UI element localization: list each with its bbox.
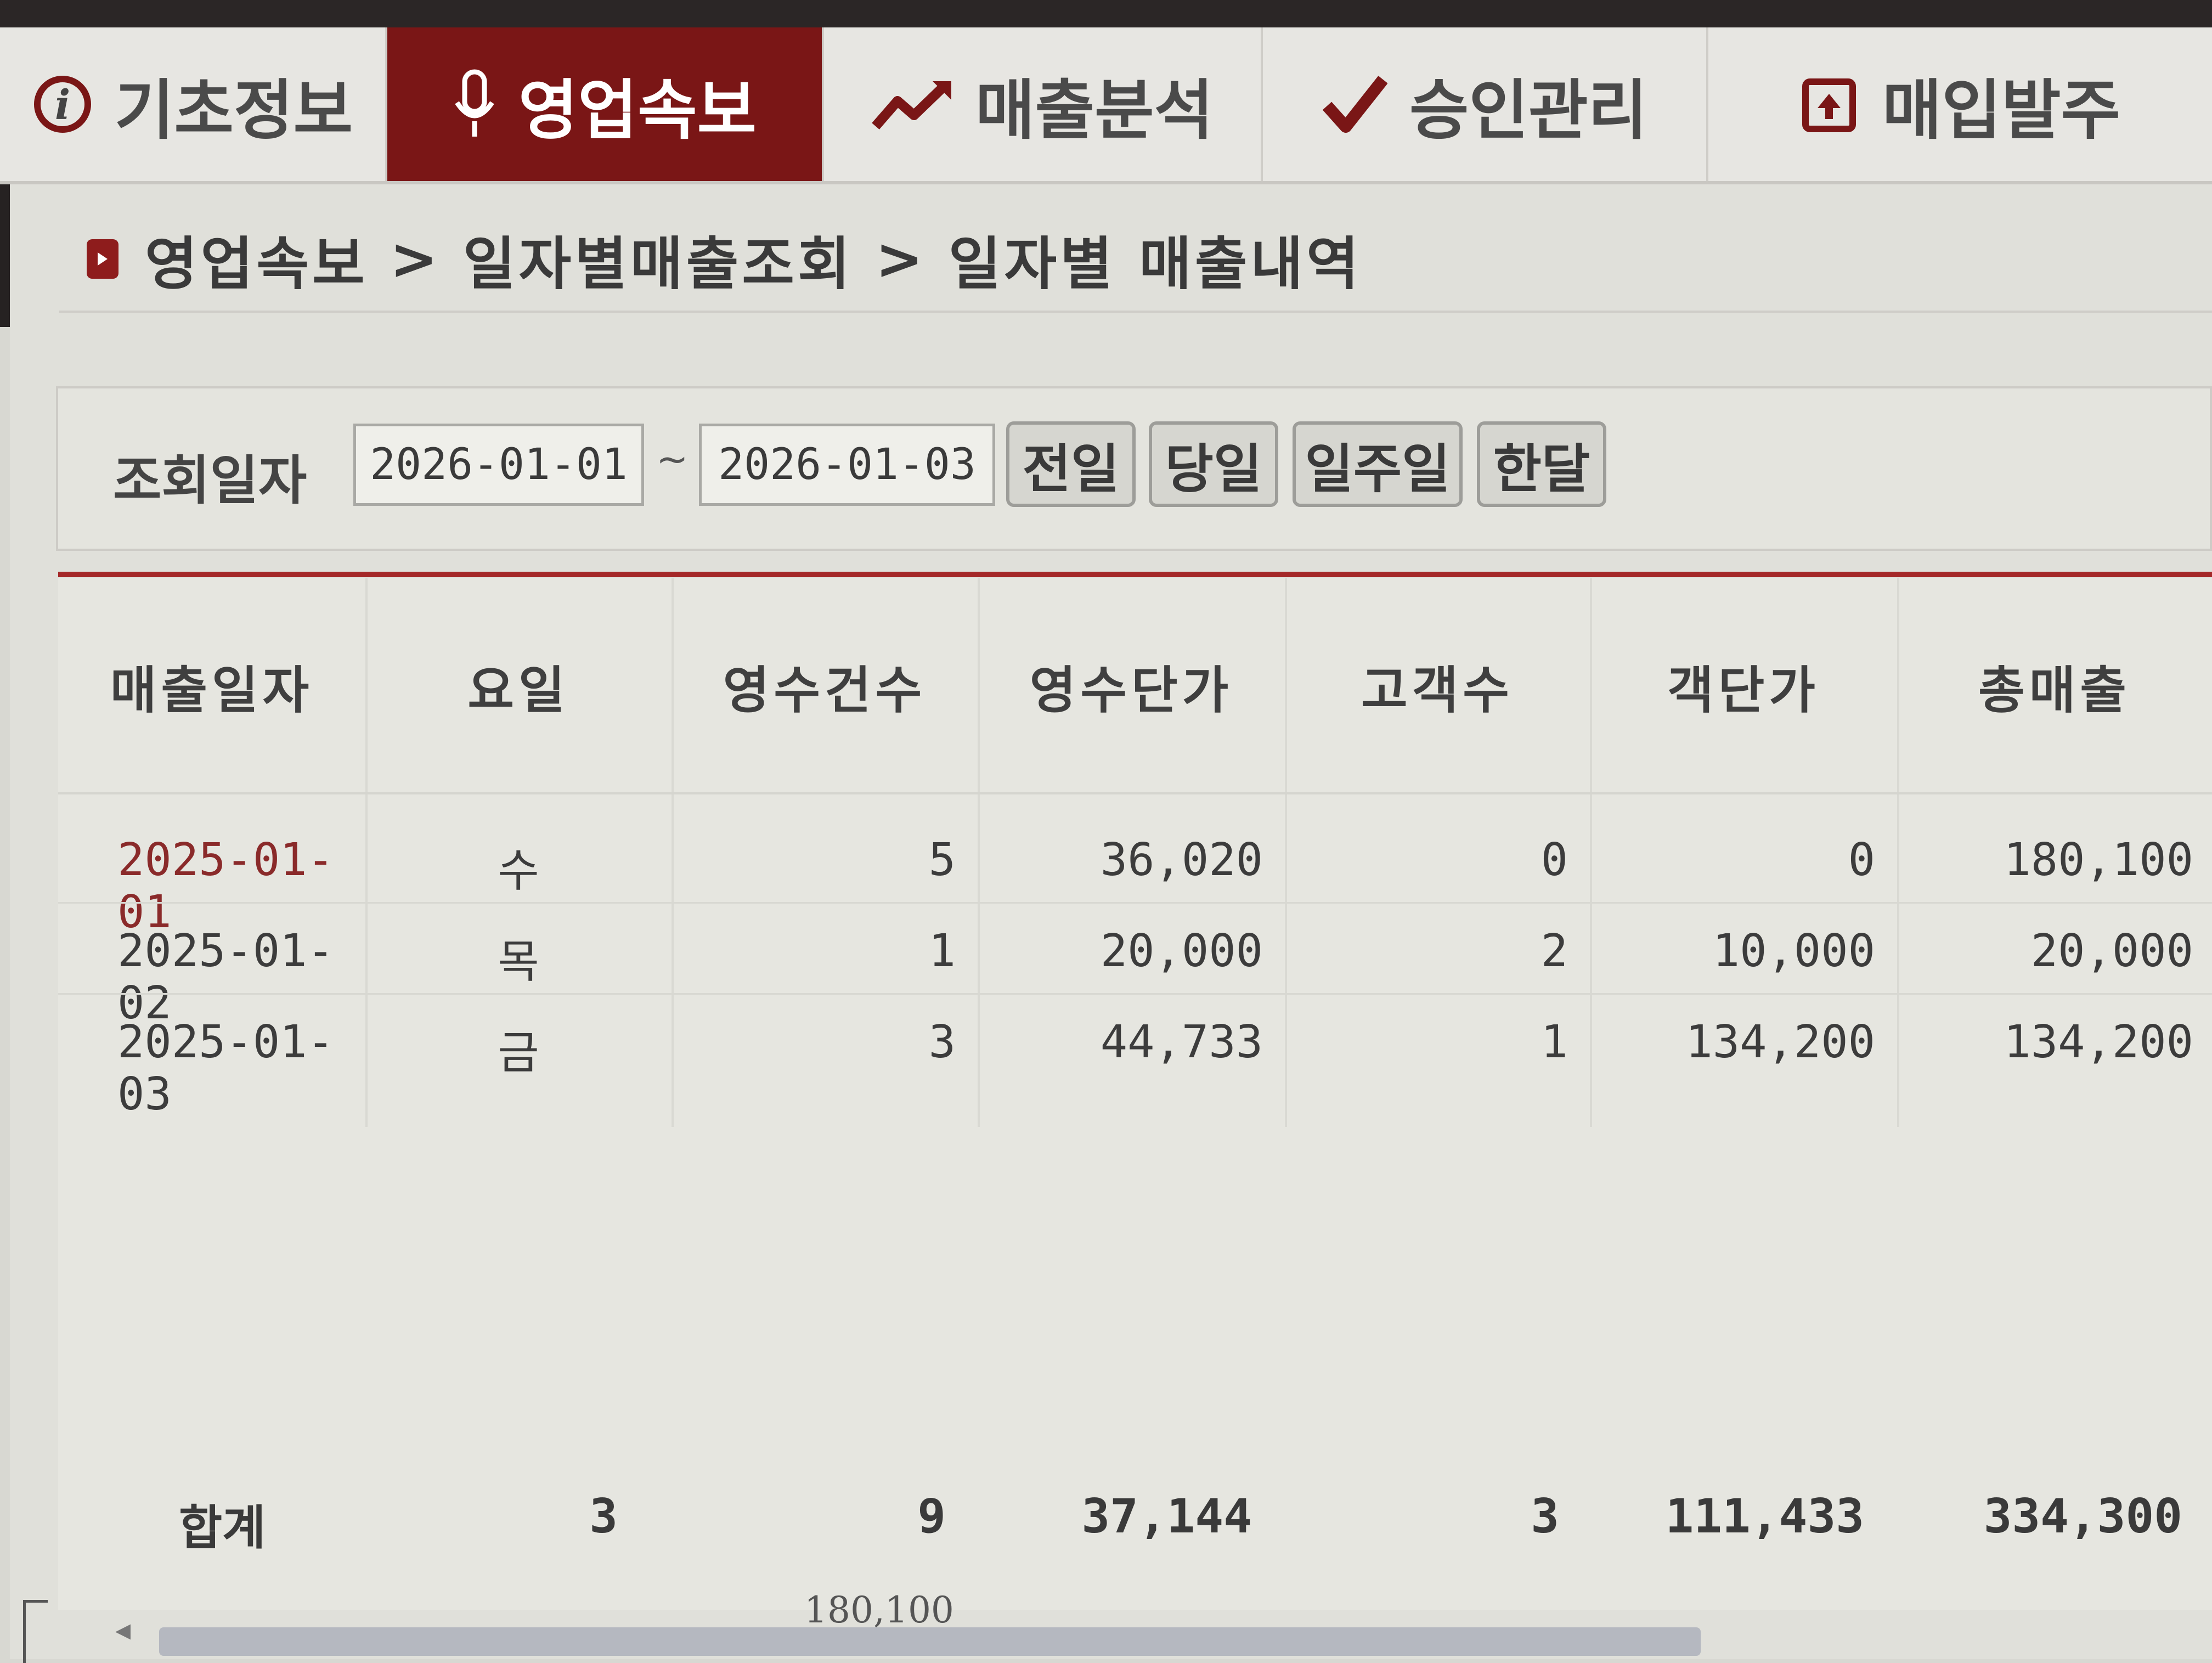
info-icon: i: [32, 74, 93, 134]
header-receipt-average[interactable]: 영수단가: [978, 650, 1285, 723]
table-row[interactable]: 2025-01-01 수 5 36,020 0 0 180,100: [58, 812, 2212, 938]
summary-receipts: 9: [917, 1489, 946, 1544]
header-total-sales[interactable]: 총매출: [1897, 650, 2212, 723]
horizontal-scrollbar-thumb[interactable]: [159, 1627, 1701, 1656]
one-month-button[interactable]: 한달: [1477, 421, 1606, 507]
cell-receipt-average: 20,000: [1100, 925, 1263, 977]
trend-chart-icon: [871, 77, 953, 132]
summary-customers: 3: [1531, 1489, 1559, 1544]
breadcrumb-level-2[interactable]: 일자별매출조회: [463, 217, 854, 300]
breadcrumb-divider: [59, 311, 2212, 313]
tab-label: 기초정보: [114, 72, 353, 148]
cell-per-customer: 134,200: [1685, 1016, 1875, 1068]
tab-label: 영업속보: [518, 72, 757, 148]
cell-weekday: 금: [498, 1027, 539, 1079]
svg-text:i: i: [55, 82, 70, 129]
tab-label: 매입발주: [1882, 72, 2121, 148]
cell-date: 2025-01-03: [117, 1016, 334, 1120]
start-date-input[interactable]: [353, 424, 644, 506]
tab-sales-analysis[interactable]: 매출분석: [824, 27, 1263, 181]
header-weekday[interactable]: 요일: [365, 650, 672, 723]
cell-customers: 1: [1541, 1016, 1568, 1068]
table-row[interactable]: 2025-01-03 금 3 44,733 1 134,200 134,200: [58, 994, 2212, 1120]
main-content: 영업속보 > 일자별매출조회 > 일자별 매출내역 조회일자 ~ 전일 당일 일…: [10, 184, 2212, 1663]
bottom-frame-corner: [23, 1600, 48, 1663]
prev-day-button[interactable]: 전일: [1006, 421, 1136, 507]
summary-per-customer: 111,433: [1665, 1489, 1864, 1544]
date-range-separator: ~: [656, 437, 689, 482]
cell-per-customer: 0: [1848, 834, 1875, 886]
header-customer-count[interactable]: 고객수: [1285, 650, 1590, 723]
breadcrumb-level-1[interactable]: 영업속보: [145, 217, 368, 300]
summary-total: 334,300: [1983, 1489, 2182, 1544]
table-row[interactable]: 2025-01-02 목 1 20,000 2 10,000 20,000: [58, 903, 2212, 1029]
header-divider: [58, 792, 2212, 794]
tab-basic-info[interactable]: i 기초정보: [0, 27, 387, 181]
cell-per-customer: 10,000: [1712, 925, 1875, 977]
tab-approval-management[interactable]: 승인관리: [1263, 27, 1708, 181]
breadcrumb-separator: >: [390, 225, 441, 292]
cell-total: 134,200: [2004, 1016, 2193, 1068]
breadcrumb-separator: >: [875, 225, 927, 292]
search-panel: 조회일자 ~ 전일 당일 일주일 한달: [56, 386, 2212, 551]
cell-receipt-average: 44,733: [1100, 1016, 1263, 1068]
summary-days: 3: [589, 1489, 618, 1544]
cell-receipt-average: 36,020: [1100, 834, 1263, 886]
table-top-accent-line: [58, 572, 2212, 577]
microphone-icon: [453, 69, 496, 140]
bottom-value-label: 180,100: [804, 1589, 954, 1631]
window-top-bar: [0, 0, 2212, 27]
breadcrumb-level-3: 일자별 매출내역: [948, 230, 1362, 297]
top-navigation: i 기초정보 영업속보 매출분석 승인관리 매입발주: [0, 27, 2212, 184]
one-week-button[interactable]: 일주일: [1293, 421, 1463, 507]
checkmark-icon: [1322, 74, 1387, 134]
cell-weekday: 목: [498, 936, 539, 988]
tab-label: 매출분석: [975, 72, 1214, 148]
sales-table: 매출일자 요일 영수건수 영수단가 고객수 객단가 총매출 2025-01-01…: [58, 578, 2212, 1656]
end-date-input[interactable]: [699, 424, 995, 506]
scroll-left-arrow-icon[interactable]: ◂: [115, 1612, 131, 1648]
cell-customers: 2: [1541, 925, 1568, 977]
left-frame-edge: [0, 184, 10, 327]
cell-customers: 0: [1541, 834, 1568, 886]
header-per-customer[interactable]: 객단가: [1590, 650, 1897, 723]
cell-receipts: 5: [928, 834, 956, 886]
header-sales-date[interactable]: 매출일자: [58, 650, 365, 723]
breadcrumb: 영업속보 > 일자별매출조회 > 일자별 매출내역: [87, 217, 1362, 300]
cell-receipts: 1: [928, 925, 956, 977]
order-box-icon: [1800, 74, 1860, 134]
header-receipt-count[interactable]: 영수건수: [672, 650, 978, 723]
cell-weekday: 수: [498, 845, 539, 897]
cell-receipts: 3: [928, 1016, 956, 1068]
search-date-label: 조회일자: [113, 450, 307, 511]
summary-label: 합계: [179, 1501, 266, 1555]
today-button[interactable]: 당일: [1149, 421, 1278, 507]
cell-total: 180,100: [2004, 834, 2193, 886]
tab-label: 승인관리: [1409, 72, 1648, 148]
summary-receipt-average: 37,144: [1081, 1489, 1252, 1544]
cell-total: 20,000: [2030, 925, 2193, 977]
summary-row: 합계 3 9 37,144 3 111,433 334,300: [58, 1489, 2212, 1566]
breadcrumb-marker-icon: [87, 239, 119, 279]
tab-sales-flash[interactable]: 영업속보: [387, 27, 824, 181]
tab-purchase-order[interactable]: 매입발주: [1708, 27, 2212, 181]
